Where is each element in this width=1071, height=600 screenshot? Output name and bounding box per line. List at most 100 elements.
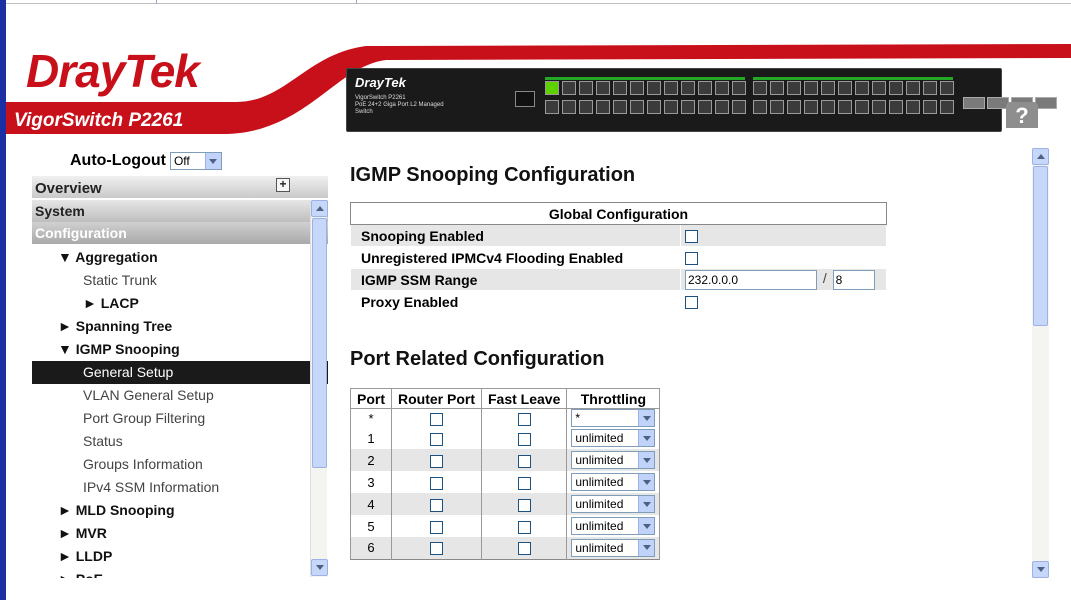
switch-port <box>821 81 835 95</box>
switch-model-label: VigorSwitch P2261 PoE 24+2 Giga Port L2 … <box>355 95 444 115</box>
sidebar-item[interactable]: ► Spanning Tree <box>32 315 328 338</box>
ssm-address-input[interactable]: 232.0.0.0 <box>685 269 817 290</box>
port-table-body: * * 1 unlimited 2 unlimited 3 unlimited 4 unlimit… <box>350 408 661 559</box>
scroll-thumb[interactable] <box>312 218 327 468</box>
expand-all-button[interactable]: + <box>276 178 290 192</box>
switch-port <box>562 100 576 114</box>
scroll-down-button[interactable] <box>311 559 328 576</box>
throttling-select[interactable]: unlimited <box>571 451 656 469</box>
throttling-value: unlimited <box>575 497 624 511</box>
switch-brand-label: DrayTek <box>355 75 406 90</box>
sidebar-item[interactable]: IPv4 SSM Information <box>32 476 328 499</box>
router-port-checkbox[interactable] <box>430 454 443 468</box>
router-port-checkbox[interactable] <box>430 498 443 512</box>
port-config-table: Port Router Port Fast Leave Throttling * * 1 u… <box>350 388 661 560</box>
fast-leave-checkbox[interactable] <box>517 476 531 490</box>
router-port-checkbox[interactable] <box>430 476 443 490</box>
auto-logout: Auto-Logout Off <box>70 150 222 172</box>
nav-system[interactable]: System <box>32 200 328 222</box>
throttling-value: * <box>575 411 581 425</box>
sidebar-item[interactable]: ► PoE <box>32 568 328 578</box>
sidebar-item[interactable]: ► LLDP <box>32 545 328 568</box>
main-content: IGMP Snooping Configuration Global Confi… <box>350 150 1030 580</box>
sidebar-item[interactable]: ▼ Aggregation <box>32 246 328 269</box>
ssm-prefix-input[interactable]: 8 <box>832 269 875 290</box>
sidebar-scrollbar[interactable] <box>310 200 328 577</box>
arrow-down-icon <box>1036 567 1045 572</box>
scroll-down-button[interactable] <box>1032 561 1049 578</box>
sidebar-item[interactable]: ► MLD Snooping <box>32 499 328 522</box>
auto-logout-label: Auto-Logout <box>70 152 166 169</box>
scroll-thumb[interactable] <box>1033 166 1048 326</box>
proxy-enabled-checkbox[interactable] <box>685 296 698 310</box>
fast-leave-checkbox[interactable] <box>517 498 531 512</box>
switch-port <box>804 100 818 114</box>
router-port-checkbox[interactable] <box>430 542 443 556</box>
throttling-value: unlimited <box>575 431 624 445</box>
port-led-strip <box>753 77 953 80</box>
sidebar-item[interactable]: General Setup <box>32 361 328 384</box>
port-number: 4 <box>350 493 392 515</box>
fast-leave-checkbox[interactable] <box>517 412 531 426</box>
throttling-value: unlimited <box>575 540 624 555</box>
switch-port <box>906 81 920 95</box>
snooping-enabled-label: Snooping Enabled <box>350 224 681 247</box>
fast-leave-checkbox[interactable] <box>517 432 531 446</box>
fast-leave-checkbox[interactable] <box>517 542 531 556</box>
switch-port <box>698 81 712 95</box>
scroll-up-button[interactable] <box>311 200 328 217</box>
router-port-checkbox[interactable] <box>430 520 443 534</box>
fast-leave-checkbox[interactable] <box>517 520 531 534</box>
port-number: 6 <box>350 537 392 559</box>
switch-port <box>821 100 835 114</box>
help-button[interactable]: ? <box>1006 102 1038 128</box>
fast-leave-checkbox[interactable] <box>517 454 531 468</box>
scroll-up-button[interactable] <box>1032 148 1049 165</box>
router-port-checkbox[interactable] <box>430 412 443 426</box>
nav-item-list: ▼ Aggregation Static Trunk ► LACP ► Spannin… <box>32 244 328 578</box>
auto-logout-select[interactable]: Off <box>169 152 222 170</box>
throttling-select[interactable]: unlimited <box>571 517 656 535</box>
unreg-flooding-checkbox[interactable] <box>685 252 698 266</box>
switch-port <box>664 81 678 95</box>
switch-port <box>753 100 767 114</box>
sidebar-item[interactable]: VLAN General Setup <box>32 384 328 407</box>
throttling-select[interactable]: unlimited <box>571 429 656 447</box>
port-table-header: Port Router Port Fast Leave Throttling <box>350 388 661 409</box>
table-row: 2 unlimited <box>350 449 661 471</box>
switch-port <box>753 81 767 95</box>
throttling-select[interactable]: unlimited <box>571 495 656 513</box>
table-row: * * <box>350 408 661 427</box>
sfp-port <box>1035 97 1057 109</box>
router-port-checkbox[interactable] <box>430 432 443 446</box>
switch-port <box>596 81 610 95</box>
unreg-flooding-label: Unregistered IPMCv4 Flooding Enabled <box>350 246 681 269</box>
switch-port <box>579 100 593 114</box>
table-row: 6 unlimited <box>350 537 661 559</box>
switch-port <box>630 81 644 95</box>
switch-port <box>630 100 644 114</box>
sidebar-item[interactable]: ► MVR <box>32 522 328 545</box>
arrow-up-icon <box>1036 154 1045 159</box>
chevron-down-icon <box>638 452 655 468</box>
sidebar-item[interactable]: Status <box>32 430 328 453</box>
port-number: 5 <box>350 515 392 537</box>
sidebar-item[interactable]: Static Trunk <box>32 269 328 292</box>
chevron-down-icon <box>638 430 655 446</box>
switch-port <box>647 100 661 114</box>
main-scrollbar[interactable] <box>1032 148 1049 578</box>
throttling-select[interactable]: * <box>571 409 656 427</box>
sidebar-item[interactable]: Groups Information <box>32 453 328 476</box>
sidebar-item[interactable]: Port Group Filtering <box>32 407 328 430</box>
sidebar-item[interactable]: ► LACP <box>32 292 328 315</box>
nav-configuration[interactable]: Configuration <box>32 222 328 244</box>
table-row: 3 unlimited <box>350 471 661 493</box>
throttling-select[interactable]: unlimited <box>571 538 656 557</box>
throttling-select[interactable]: unlimited <box>571 473 656 491</box>
chevron-down-icon <box>638 410 655 426</box>
snooping-enabled-checkbox[interactable] <box>685 230 698 244</box>
proxy-enabled-label: Proxy Enabled <box>350 290 681 313</box>
table-row: 1 unlimited <box>350 427 661 449</box>
sidebar-item[interactable]: ▼ IGMP Snooping <box>32 338 328 361</box>
ssm-range-label: IGMP SSM Range <box>350 268 681 291</box>
